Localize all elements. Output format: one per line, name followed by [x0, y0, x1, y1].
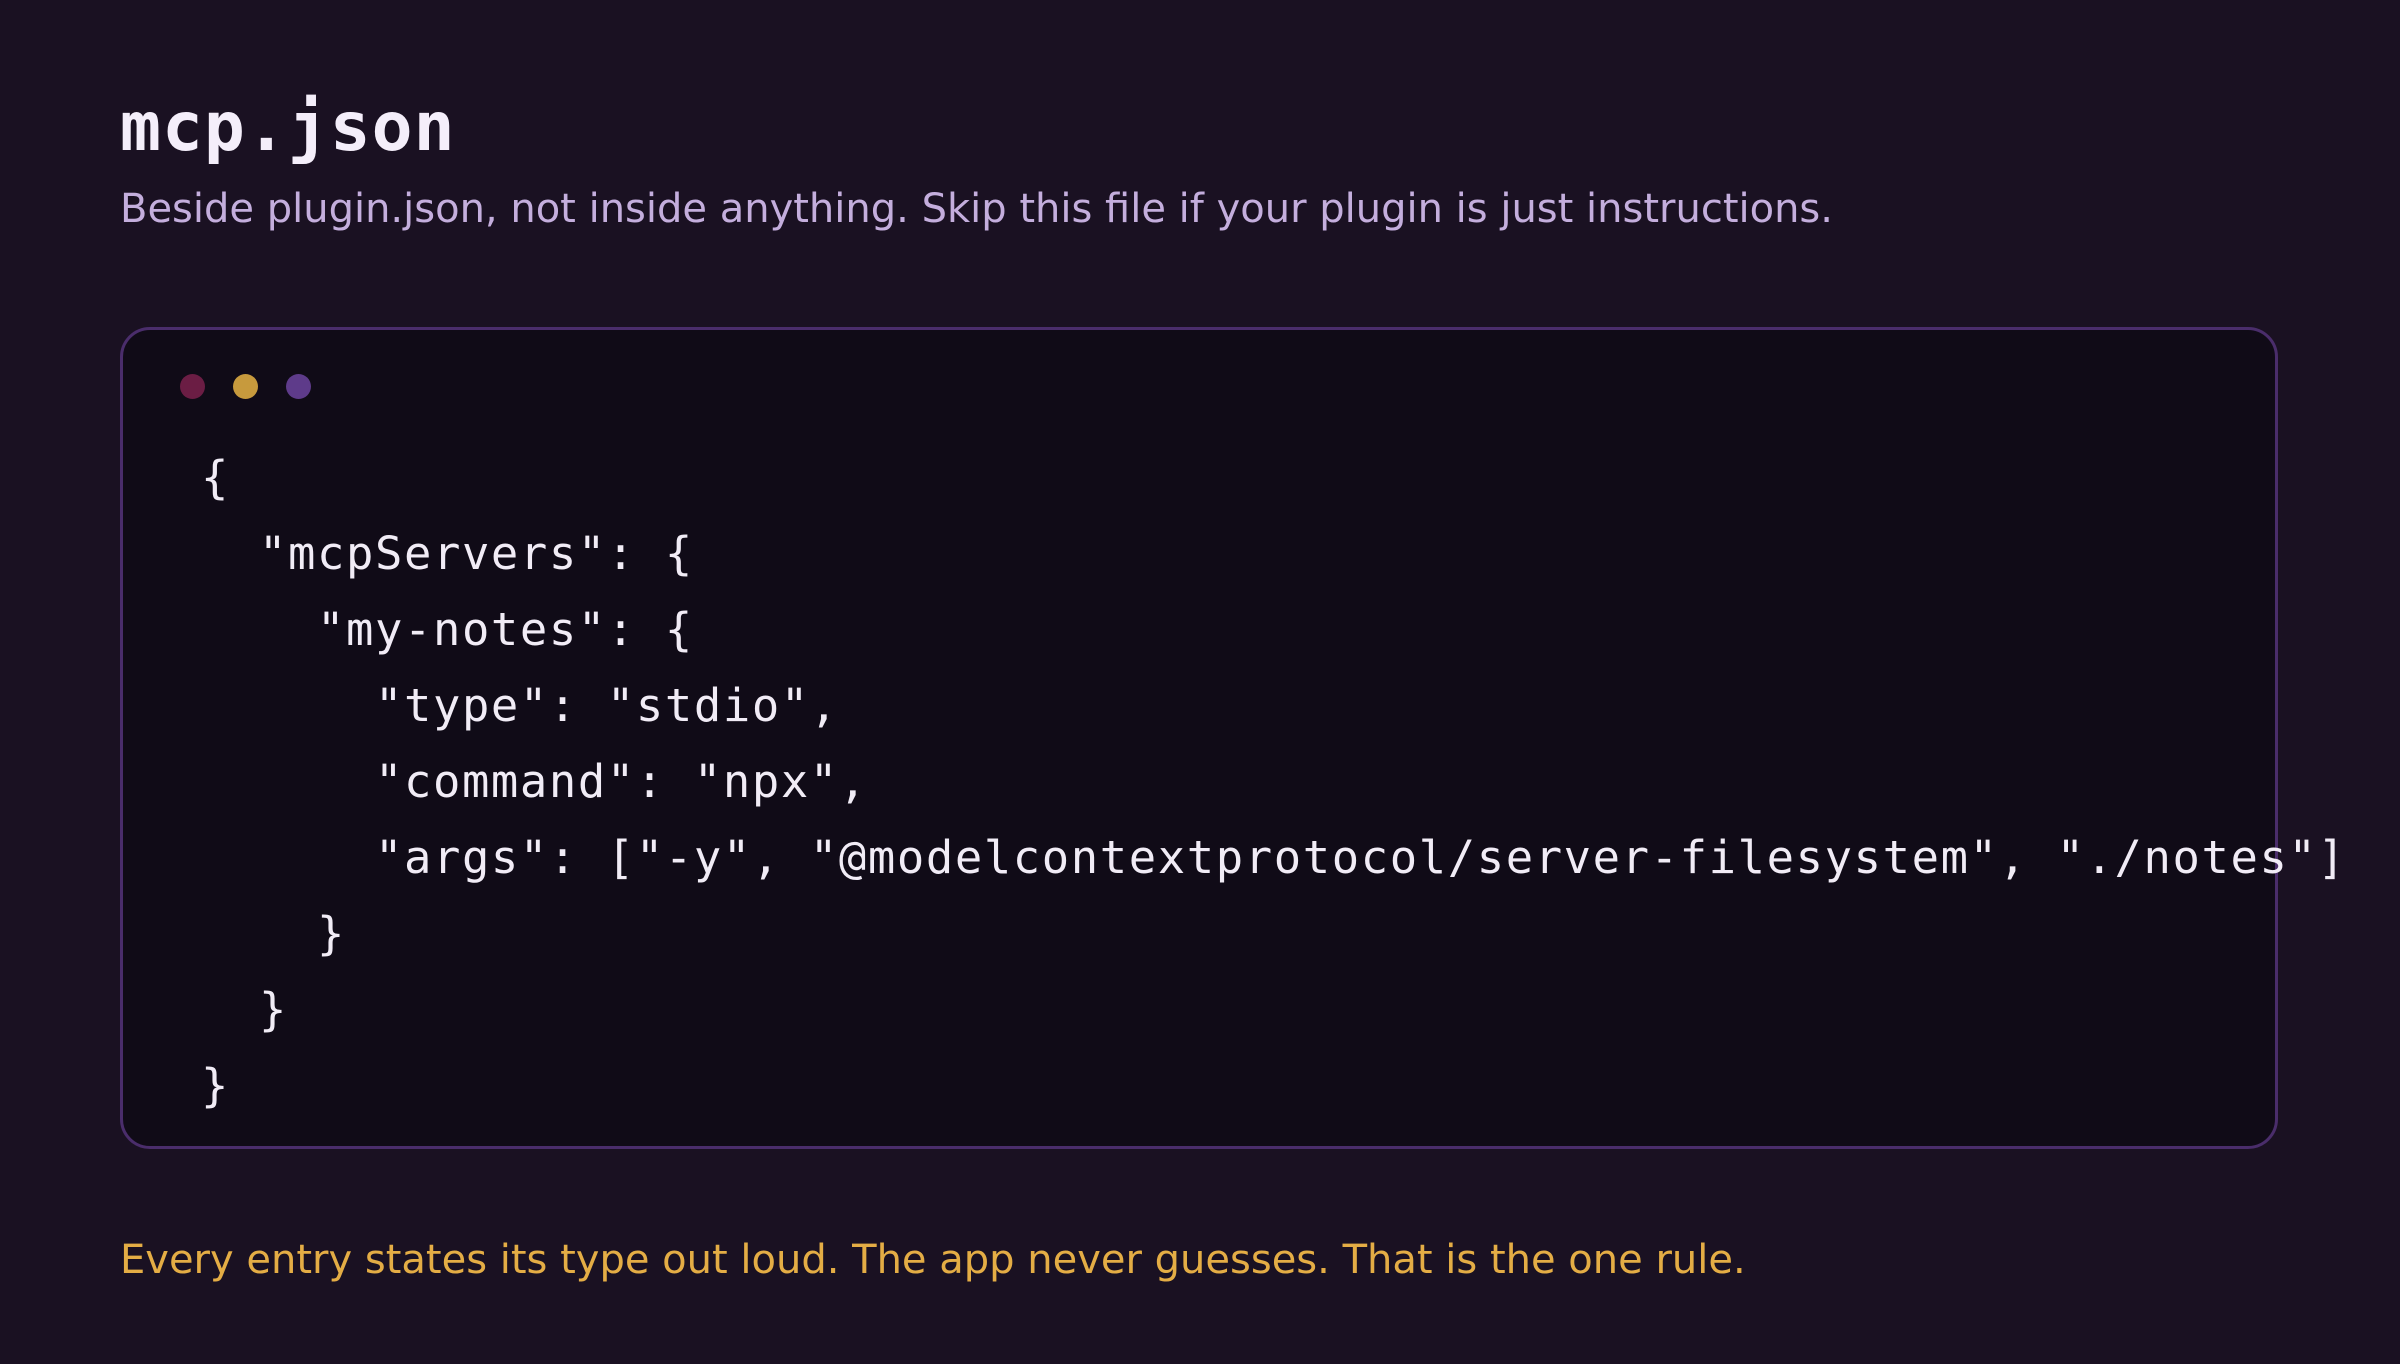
code-line: }	[201, 983, 288, 1036]
code-line: "my-notes": {	[201, 603, 694, 656]
code-block: { "mcpServers": { "my-notes": { "type": …	[201, 440, 2347, 1124]
code-line: {	[201, 451, 230, 504]
code-line: "type": "stdio",	[201, 679, 839, 732]
page-title: mcp.json	[120, 88, 456, 167]
code-line: "mcpServers": {	[201, 527, 694, 580]
code-line: "command": "npx",	[201, 755, 868, 808]
subtitle: Beside plugin.json, not inside anything.…	[120, 186, 1833, 232]
footnote: Every entry states its type out loud. Th…	[120, 1237, 1746, 1283]
purple-dot-icon	[286, 374, 311, 399]
code-line: }	[201, 1059, 230, 1112]
code-line: "args": ["-y", "@modelcontextprotocol/se…	[201, 831, 2347, 884]
code-window: { "mcpServers": { "my-notes": { "type": …	[120, 327, 2345, 1149]
yellow-dot-icon	[233, 374, 258, 399]
code-line: }	[201, 907, 346, 960]
red-dot-icon	[180, 374, 205, 399]
